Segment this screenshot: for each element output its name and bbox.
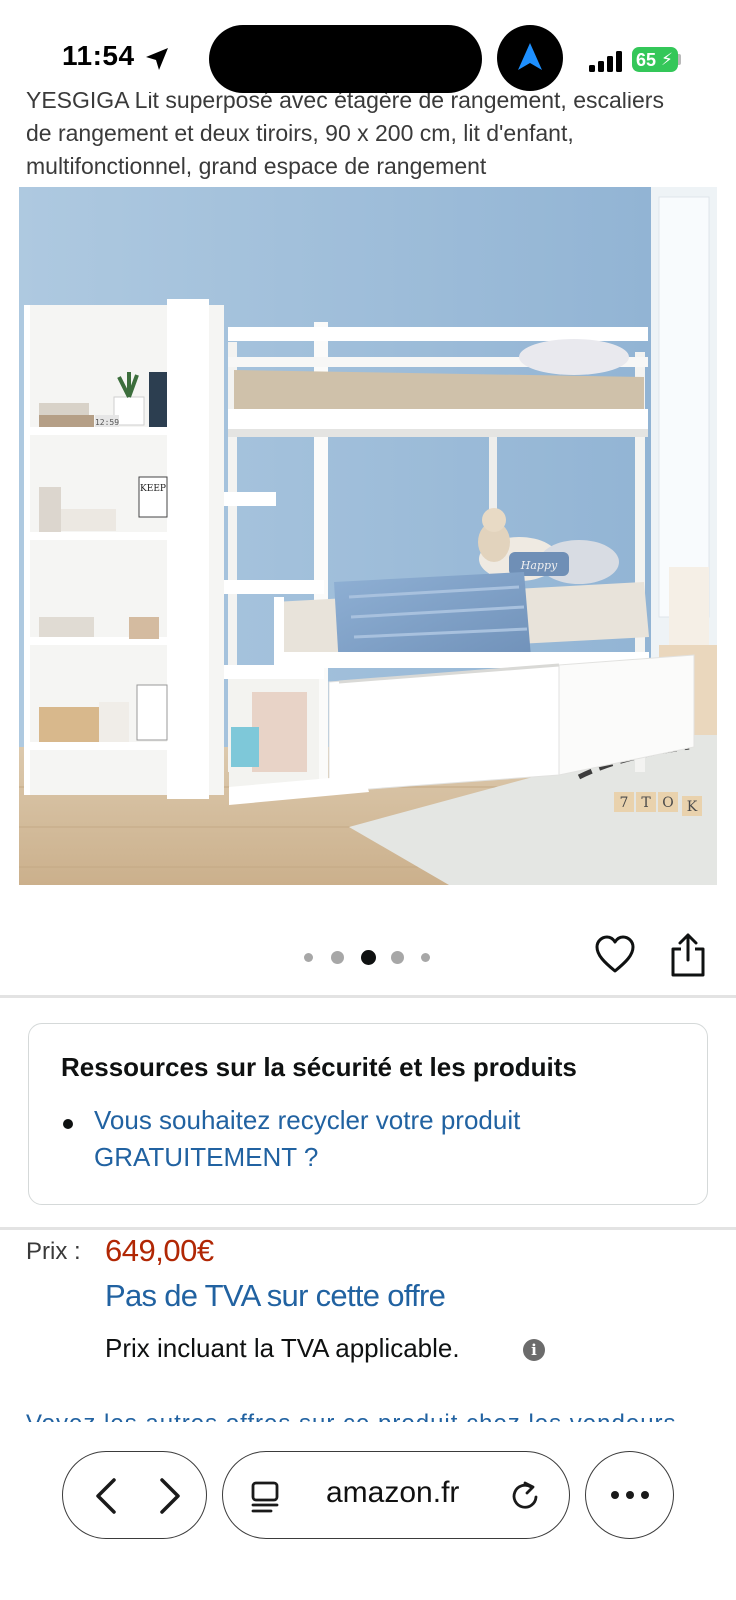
other-offers-link-partial[interactable]: Voyez les autres offres sur ce produit c… — [26, 1400, 716, 1422]
more-dots-icon — [611, 1491, 649, 1499]
battery-cap — [678, 54, 681, 65]
navigation-icon — [518, 43, 542, 70]
bunk-bed-illustration: Happy 12:59 KEEP 7 T O K — [19, 187, 717, 885]
section-divider — [0, 995, 736, 998]
carousel-dot-3-active[interactable] — [361, 950, 376, 965]
home-indicator — [258, 1582, 478, 1588]
charging-bolt-icon: ⚡ — [661, 50, 673, 69]
block-letter-3: O — [662, 795, 673, 811]
info-icon[interactable]: i — [523, 1339, 545, 1361]
url-text[interactable]: amazon.fr — [326, 1476, 459, 1510]
block-letter-4: K — [687, 799, 698, 815]
price-label: Prix : — [26, 1238, 81, 1265]
reload-icon[interactable] — [509, 1479, 543, 1513]
battery-level: 65 — [636, 50, 657, 70]
no-vat-link[interactable]: Pas de TVA sur cette offre — [105, 1278, 446, 1314]
shelf-clock-text: 12:59 — [95, 418, 119, 427]
block-letter-2: T — [641, 795, 651, 811]
product-image[interactable]: Happy 12:59 KEEP 7 T O K — [19, 187, 717, 885]
safety-resources-card: Ressources sur la sécurité et les produi… — [28, 1023, 708, 1205]
bullet-icon — [63, 1119, 73, 1129]
location-arrow-icon — [146, 48, 168, 70]
navigation-indicator — [497, 25, 563, 91]
safety-title: Ressources sur la sécurité et les produi… — [61, 1052, 577, 1082]
price-value: 649,00€ — [105, 1233, 214, 1268]
clock-time: 11:54 — [62, 40, 135, 71]
tab-overview-icon[interactable] — [249, 1480, 283, 1514]
back-chevron-icon[interactable] — [81, 1470, 133, 1522]
share-icon[interactable] — [668, 932, 708, 978]
section-divider — [0, 1227, 736, 1230]
pillow-print: Happy — [520, 559, 558, 572]
other-offers-text: Voyez les autres offres sur ce produit c… — [26, 1410, 677, 1422]
signal-icon — [589, 50, 623, 72]
forward-chevron-icon[interactable] — [143, 1470, 195, 1522]
history-nav-pill — [62, 1451, 207, 1539]
product-title[interactable]: YESGIGA Lit superposé avec étagère de ra… — [26, 84, 686, 183]
battery-icon: 65 ⚡ — [632, 47, 678, 72]
shelf-book-text: KEEP — [140, 484, 166, 494]
status-bar: 11:54 65 ⚡ — [0, 0, 736, 93]
vat-note: Prix incluant la TVA applicable. — [105, 1333, 460, 1363]
carousel-dot-2[interactable] — [331, 951, 344, 964]
dynamic-island — [209, 25, 482, 93]
carousel-dot-5[interactable] — [421, 953, 430, 962]
block-letter-1: 7 — [620, 795, 629, 811]
recycle-product-link[interactable]: Vous souhaitez recycler votre produit GR… — [94, 1102, 634, 1176]
carousel-dot-4[interactable] — [391, 951, 404, 964]
more-options-button[interactable] — [585, 1451, 674, 1539]
address-bar[interactable]: amazon.fr — [222, 1451, 570, 1539]
carousel-dot-1[interactable] — [304, 953, 313, 962]
heart-icon[interactable] — [594, 934, 636, 976]
